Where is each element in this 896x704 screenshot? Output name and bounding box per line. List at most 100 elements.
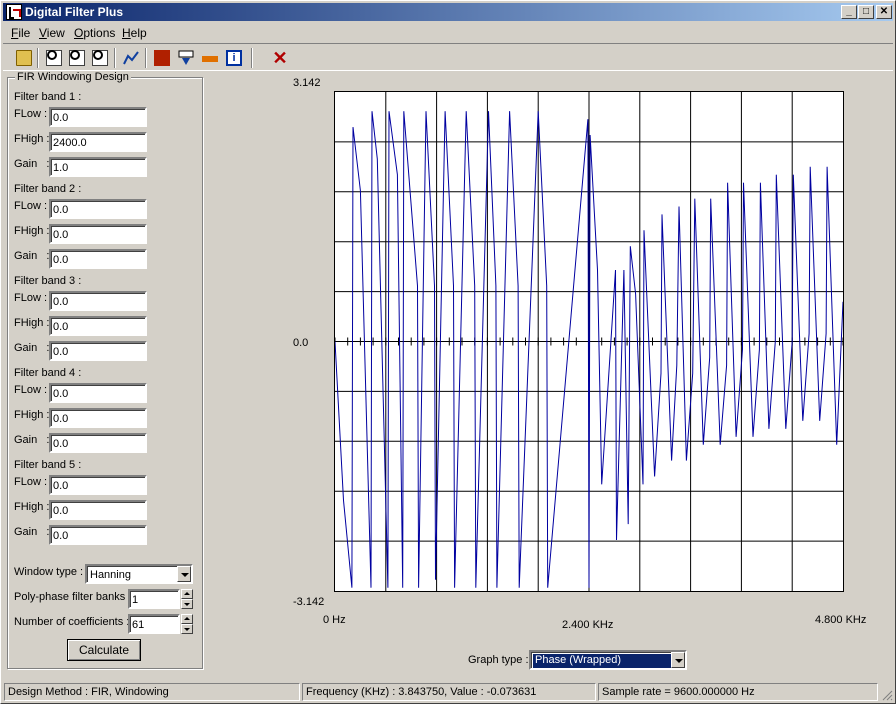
menu-view-label: iew (46, 26, 65, 40)
gain-label: Gain : (14, 434, 50, 446)
window-title: Digital Filter Plus (25, 5, 124, 19)
flow-input[interactable]: 0.0 (49, 383, 147, 403)
gain-input[interactable]: 0.0 (49, 525, 147, 545)
zoom-button[interactable] (43, 47, 65, 69)
app-graph-icon[interactable] (6, 4, 22, 20)
flow-label: FLow : (14, 108, 48, 120)
gain-label: Gain : (14, 342, 50, 354)
status-readout: Frequency (KHz) : 3.843750, Value : -0.0… (302, 683, 596, 701)
menu-options-label: ptions (83, 26, 116, 40)
menu-options[interactable]: Options (74, 26, 115, 40)
y-mid-label: 0.0 (293, 337, 309, 349)
resize-grip-icon[interactable] (881, 689, 893, 701)
spin-up-icon[interactable] (181, 589, 193, 599)
group-title: FIR Windowing Design (15, 71, 131, 83)
fhigh-label: FHigh : (14, 501, 50, 513)
fhigh-input[interactable]: 0.0 (49, 408, 147, 428)
spin-down-icon[interactable] (181, 624, 193, 634)
tool-button[interactable] (199, 47, 221, 69)
spin-down-icon[interactable] (181, 599, 193, 609)
graph-type-select[interactable]: Phase (Wrapped) (529, 650, 687, 670)
close-graph-button[interactable]: ✕ (269, 47, 291, 69)
open-folder-icon (16, 50, 32, 66)
plot-canvas[interactable] (334, 92, 844, 591)
fhigh-label: FHigh : (14, 409, 50, 421)
polyphase-spinner[interactable] (181, 589, 193, 609)
toolbar-separator (251, 48, 253, 68)
fhigh-input[interactable]: 0.0 (49, 500, 147, 520)
toolbar-separator (37, 48, 39, 68)
flow-label: FLow : (14, 476, 48, 488)
window-type-select[interactable]: Hanning (85, 564, 193, 584)
maximize-button[interactable]: □ (858, 5, 874, 19)
chevron-down-icon[interactable] (671, 652, 685, 668)
flow-input[interactable]: 0.0 (49, 199, 147, 219)
menu-bar: File View Options Help (3, 23, 893, 41)
chevron-down-icon[interactable] (177, 566, 191, 582)
fhigh-input[interactable]: 2400.0 (49, 132, 147, 152)
zoom-out-button[interactable] (89, 47, 111, 69)
band-title: Filter band 5 : (14, 459, 82, 471)
menu-view[interactable]: View (39, 26, 65, 40)
gain-label: Gain : (14, 526, 50, 538)
graph-plot-icon (123, 51, 139, 65)
gain-input[interactable]: 0.0 (49, 341, 147, 361)
flow-input[interactable]: 0.0 (49, 107, 147, 127)
y-min-label: -3.142 (293, 596, 325, 608)
toolbar-separator (145, 48, 147, 68)
open-button[interactable] (13, 47, 35, 69)
help-button[interactable] (151, 47, 173, 69)
band-title: Filter band 1 : (14, 91, 82, 103)
question-icon (154, 50, 170, 66)
band-title: Filter band 2 : (14, 183, 82, 195)
flow-label: FLow : (14, 200, 48, 212)
filter-export-button[interactable] (175, 47, 197, 69)
zoom-in-button[interactable] (66, 47, 88, 69)
info-icon: i (226, 50, 242, 66)
status-sample-rate: Sample rate = 9600.000000 Hz (598, 683, 878, 701)
fhigh-label: FHigh : (14, 133, 50, 145)
gain-input[interactable]: 0.0 (49, 433, 147, 453)
close-graph-icon: ✕ (272, 48, 288, 68)
menu-file[interactable]: File (11, 26, 30, 40)
toolbar-separator (114, 48, 116, 68)
menu-file-label: ile (18, 26, 31, 40)
graph-type-label: Graph type : (468, 654, 529, 666)
coefficients-input[interactable]: 61 (128, 614, 180, 634)
zoom-out-icon (93, 50, 103, 60)
window-type-label: Window type : (14, 566, 84, 578)
polyphase-label: Poly-phase filter banks : (14, 591, 132, 603)
fhigh-label: FHigh : (14, 225, 50, 237)
fhigh-input[interactable]: 0.0 (49, 316, 147, 336)
zoom-icon (47, 50, 57, 60)
menu-help-label: elp (130, 26, 147, 40)
x-mid-label: 2.400 KHz (562, 619, 614, 631)
tool-icon (202, 56, 218, 62)
toolbar: i ✕ (3, 43, 893, 71)
menu-view-accel: V (39, 26, 47, 40)
spin-up-icon[interactable] (181, 614, 193, 624)
menu-help-accel: H (122, 26, 131, 40)
zoom-in-icon (70, 50, 80, 60)
polyphase-input[interactable]: 1 (128, 589, 180, 609)
flow-input[interactable]: 0.0 (49, 475, 147, 495)
menu-help[interactable]: Help (122, 26, 147, 40)
graph-type-value: Phase (Wrapped) (532, 653, 672, 669)
gain-label: Gain : (14, 250, 50, 262)
calculate-button[interactable]: Calculate (67, 639, 141, 661)
info-button[interactable]: i (223, 47, 245, 69)
x-max-label: 4.800 KHz (815, 614, 867, 626)
phase-plot[interactable] (334, 91, 844, 592)
band-title: Filter band 3 : (14, 275, 82, 287)
close-button[interactable]: ✕ (876, 5, 892, 19)
graph-plot-button[interactable] (120, 47, 142, 69)
main-window: Digital Filter Plus _ □ ✕ File View Opti… (0, 0, 896, 704)
minimize-button[interactable]: _ (841, 5, 857, 19)
coefficients-spinner[interactable] (181, 614, 193, 634)
title-bar[interactable]: Digital Filter Plus _ □ ✕ (3, 3, 893, 21)
gain-input[interactable]: 1.0 (49, 157, 147, 177)
flow-input[interactable]: 0.0 (49, 291, 147, 311)
flow-label: FLow : (14, 384, 48, 396)
fhigh-input[interactable]: 0.0 (49, 224, 147, 244)
gain-input[interactable]: 0.0 (49, 249, 147, 269)
